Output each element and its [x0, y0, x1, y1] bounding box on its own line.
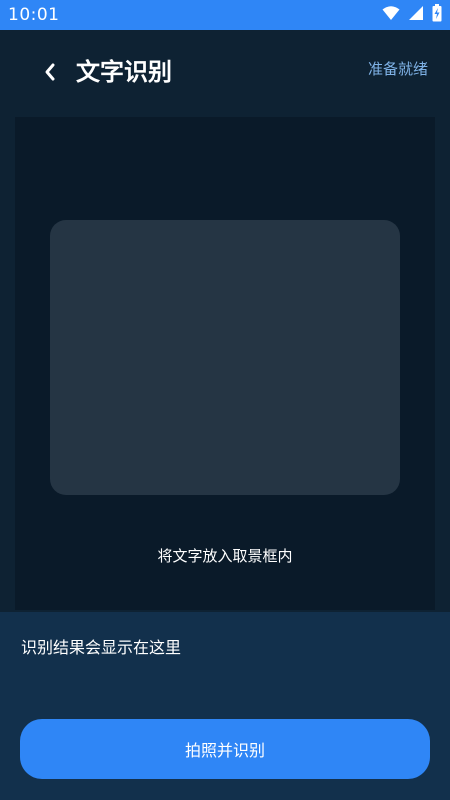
result-panel: 识别结果会显示在这里 拍照并识别 — [0, 612, 450, 800]
viewfinder-hint: 将文字放入取景框内 — [157, 547, 293, 565]
viewfinder-frame — [50, 220, 400, 495]
status-time: 10:01 — [8, 5, 60, 25]
battery-charging-icon — [432, 4, 442, 26]
capture-recognize-button[interactable]: 拍照并识别 — [20, 719, 430, 779]
status-icons — [382, 4, 442, 26]
app-screen: 10:01 文字识别 准备就绪 将文字放入取景框内 识别结果会显示在这里 拍照并… — [0, 0, 450, 800]
header: 文字识别 准备就绪 — [0, 30, 450, 114]
result-text: 识别结果会显示在这里 — [21, 638, 182, 657]
chevron-left-icon — [43, 62, 57, 86]
wifi-icon — [382, 5, 400, 25]
page-title: 文字识别 — [76, 58, 172, 86]
camera-preview: 将文字放入取景框内 — [15, 117, 435, 610]
recognition-status: 准备就绪 — [367, 60, 428, 78]
status-bar: 10:01 — [0, 0, 450, 30]
back-button[interactable] — [34, 58, 66, 90]
signal-icon — [408, 5, 424, 25]
